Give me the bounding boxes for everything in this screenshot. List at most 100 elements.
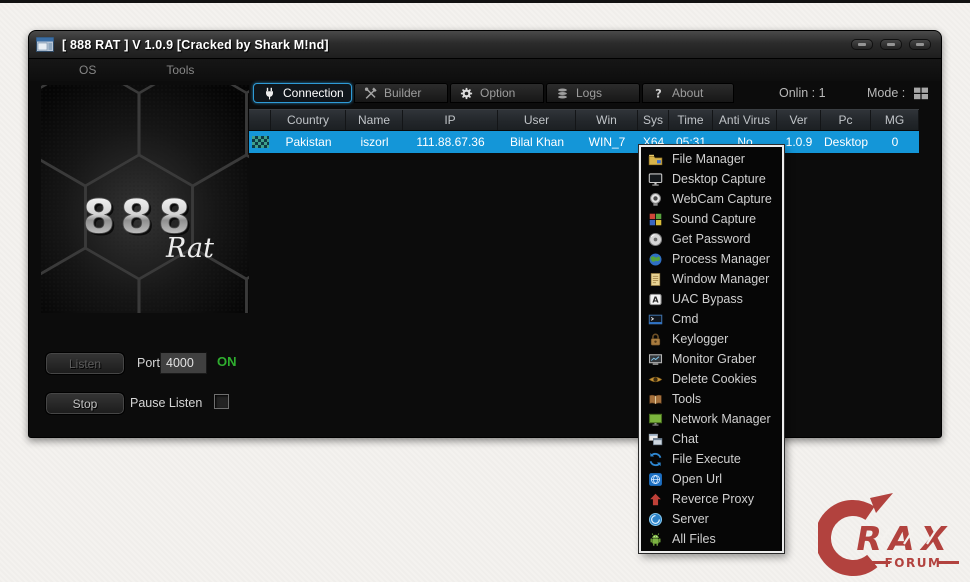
header-name[interactable]: Name [346,110,403,130]
ctx-tools[interactable]: Tools [641,389,782,409]
monitor-icon [648,172,663,187]
console-icon [648,312,663,327]
listen-button[interactable]: Listen [46,353,124,374]
page-background: [ 888 RAT ] V 1.0.9 [Cracked by Shark M!… [0,0,970,582]
ctx-window-manager[interactable]: Window Manager [641,269,782,289]
crax-forum-logo: RAX FORUM [818,492,968,582]
ctx-cmd[interactable]: Cmd [641,309,782,329]
table-row[interactable]: Pakistan iszorl 111.88.67.36 Bilal Khan … [249,131,919,153]
tab-option[interactable]: Option [450,83,544,103]
ctx-monitor-graber[interactable]: Monitor Graber [641,349,782,369]
svg-text:?: ? [655,87,662,100]
menu-tools[interactable]: Tools [160,61,200,79]
forum-text: FORUM [885,556,942,570]
tab-bar: Connection Builder [253,83,734,103]
tab-connection[interactable]: Connection [253,83,352,103]
ctx-sound-capture[interactable]: Sound Capture [641,209,782,229]
header-icon-col[interactable] [249,110,271,130]
ctx-open-url[interactable]: Open Url [641,469,782,489]
online-count: Onlin : 1 [779,86,826,100]
tab-builder[interactable]: Builder [354,83,448,103]
context-menu: File Manager Desktop Capture WebCam Capt… [639,145,784,553]
header-user[interactable]: User [498,110,576,130]
listen-status-badge: ON [217,354,237,369]
ctx-desktop-capture[interactable]: Desktop Capture [641,169,782,189]
ctx-uac-bypass[interactable]: A UAC Bypass [641,289,782,309]
table-header: Country Name IP User Win Sys Time Anti V… [249,109,919,131]
flag-icon [252,136,269,148]
ctx-chat[interactable]: Chat [641,429,782,449]
ctx-file-manager[interactable]: File Manager [641,149,782,169]
header-pc[interactable]: Pc [821,110,871,130]
document-icon [648,272,663,287]
stop-button[interactable]: Stop [46,393,124,414]
pause-listen-label: Pause Listen [130,396,202,410]
webcam-icon [648,192,663,207]
green-monitor-icon [648,412,663,427]
cell-pc: Desktop [821,131,871,153]
mode-label: Mode : [867,86,905,100]
globe-icon [648,252,663,267]
book-icon [648,392,663,407]
header-sys[interactable]: Sys [638,110,669,130]
ctx-get-password[interactable]: Get Password [641,229,782,249]
small-monitor-icon [648,352,663,367]
android-icon [648,532,663,547]
ctx-file-execute[interactable]: File Execute [641,449,782,469]
header-ver[interactable]: Ver [777,110,821,130]
up-arrow-icon [648,492,663,507]
ctx-all-files[interactable]: All Files [641,529,782,549]
header-mg[interactable]: MG [871,110,919,130]
question-icon: ? [652,87,665,100]
ctx-network-manager[interactable]: Network Manager [641,409,782,429]
minimize-button[interactable] [851,39,873,50]
rax-text: RAX [853,519,957,558]
eye-icon [648,372,663,387]
cell-ip: 111.88.67.36 [403,131,498,153]
folder-icon [648,152,663,167]
header-country[interactable]: Country [271,110,346,130]
tab-logs[interactable]: Logs [546,83,640,103]
logo-panel: 888 888 Rat [41,85,249,313]
refresh-arrows-icon [648,452,663,467]
cell-win: WIN_7 [576,131,638,153]
row-flag-cell [249,131,271,153]
content-area: 888 888 Rat Connection [29,81,941,437]
grid-squares-icon[interactable] [913,87,929,100]
tab-label: Builder [384,86,421,100]
tab-label: About [672,86,703,100]
port-input[interactable] [160,352,207,374]
disc-icon [648,232,663,247]
ctx-webcam-capture[interactable]: WebCam Capture [641,189,782,209]
blue-circle-icon [648,512,663,527]
gear-icon [460,87,473,100]
tab-about[interactable]: ? About [642,83,734,103]
tab-label: Logs [576,86,602,100]
close-button[interactable] [909,39,931,50]
url-globe-icon [648,472,663,487]
plug-icon [263,87,276,100]
port-label: Port [137,356,160,370]
pause-listen-checkbox[interactable] [214,394,229,409]
cell-country: Pakistan [271,131,346,153]
header-win[interactable]: Win [576,110,638,130]
ctx-delete-cookies[interactable]: Delete Cookies [641,369,782,389]
ctx-reverce-proxy[interactable]: Reverce Proxy [641,489,782,509]
maximize-button[interactable] [880,39,902,50]
header-time[interactable]: Time [669,110,713,130]
stacked-discs-icon [556,87,569,100]
clients-table: Country Name IP User Win Sys Time Anti V… [249,109,919,153]
ctx-server[interactable]: Server [641,509,782,529]
window-controls [851,39,931,50]
ctx-keylogger[interactable]: Keylogger [641,329,782,349]
cell-mg: 0 [871,131,919,153]
top-divider [0,0,970,3]
header-ip[interactable]: IP [403,110,498,130]
menu-os[interactable]: OS [73,61,102,79]
tab-label: Option [480,86,515,100]
chat-windows-icon [648,432,663,447]
header-antivirus[interactable]: Anti Virus [713,110,777,130]
hammer-wrench-icon [364,87,377,100]
menu-bar: OS Tools [29,59,941,81]
ctx-process-manager[interactable]: Process Manager [641,249,782,269]
